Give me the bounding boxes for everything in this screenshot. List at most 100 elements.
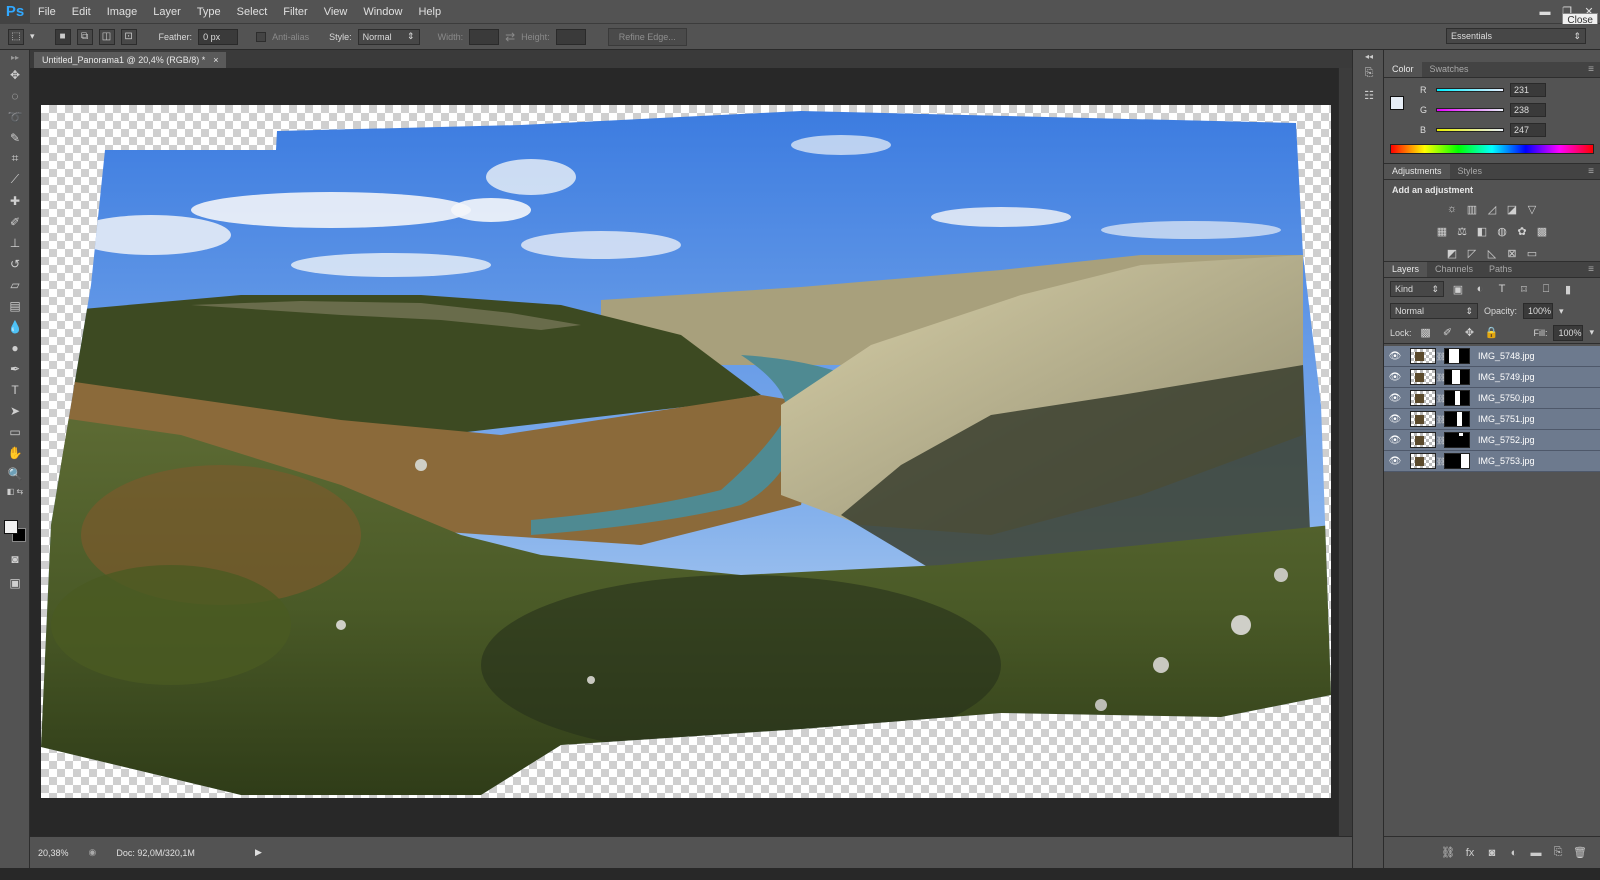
mask-link-icon[interactable]: ⛓	[1436, 352, 1446, 361]
color-spectrum-bar[interactable]	[1390, 144, 1594, 154]
quick-selection-tool-icon[interactable]: ✎	[0, 127, 30, 148]
fill-dropdown-icon[interactable]: ▾	[1589, 327, 1594, 338]
layer-filter-select[interactable]: Kind ⇕	[1390, 281, 1444, 297]
blend-mode-select[interactable]: Normal ⇕	[1390, 303, 1478, 319]
black-white-icon[interactable]: ◧	[1474, 223, 1490, 239]
swap-dimensions-icon[interactable]: ⇄	[505, 30, 515, 44]
tab-paths[interactable]: Paths	[1481, 262, 1520, 277]
visibility-eye-icon[interactable]: 👁	[1384, 372, 1406, 383]
visibility-eye-icon[interactable]: 👁	[1384, 456, 1406, 467]
minimize-button[interactable]: ▬	[1534, 3, 1556, 21]
history-panel-icon[interactable]: ⎘	[1353, 62, 1385, 84]
new-group-icon[interactable]: ▬	[1528, 845, 1544, 861]
mask-link-icon[interactable]: ⛓	[1436, 394, 1446, 403]
layer-row[interactable]: 👁 ⛓ IMG_5751.jpg	[1384, 409, 1600, 430]
height-input[interactable]	[555, 28, 586, 45]
visibility-eye-icon[interactable]: 👁	[1384, 351, 1406, 362]
panel-menu-icon[interactable]: ≡	[1588, 262, 1600, 277]
color-foreground-swatch[interactable]	[1390, 96, 1404, 110]
document-tab[interactable]: Untitled_Panorama1 @ 20,4% (RGB/8) * ×	[34, 52, 227, 68]
properties-panel-icon[interactable]: ☷	[1353, 84, 1385, 106]
tab-layers[interactable]: Layers	[1384, 262, 1428, 277]
menu-type[interactable]: Type	[189, 0, 229, 24]
red-slider[interactable]	[1436, 88, 1504, 92]
subtract-from-selection-icon[interactable]: ◫	[98, 28, 115, 45]
eraser-tool-icon[interactable]: ▱	[0, 274, 30, 295]
dock-collapse-icon[interactable]: ◂◂	[1353, 50, 1385, 62]
tab-styles[interactable]: Styles	[1450, 164, 1491, 179]
gradient-tool-icon[interactable]: ▤	[0, 295, 30, 316]
mask-link-icon[interactable]: ⛓	[1436, 373, 1446, 382]
tab-swatches[interactable]: Swatches	[1422, 62, 1477, 77]
layer-row[interactable]: 👁 ⛓ IMG_5748.jpg	[1384, 346, 1600, 367]
menu-image[interactable]: Image	[99, 0, 146, 24]
channel-mixer-icon[interactable]: ✿	[1514, 223, 1530, 239]
document-canvas[interactable]	[41, 105, 1331, 798]
visibility-eye-icon[interactable]: 👁	[1384, 393, 1406, 404]
mask-link-icon[interactable]: ⛓	[1436, 436, 1446, 445]
eyedropper-tool-icon[interactable]: ⟋	[0, 169, 30, 190]
crop-tool-icon[interactable]: ⌗	[0, 148, 30, 169]
layer-row[interactable]: 👁 ⛓ IMG_5749.jpg	[1384, 367, 1600, 388]
layer-mask-thumbnail[interactable]	[1444, 348, 1470, 364]
vibrance-icon[interactable]: ▽	[1524, 201, 1540, 217]
exposure-icon[interactable]: ◪	[1504, 201, 1520, 217]
layer-mask-thumbnail[interactable]	[1444, 432, 1470, 448]
mask-link-icon[interactable]: ⛓	[1436, 415, 1446, 424]
color-lookup-icon[interactable]: ▩	[1534, 223, 1550, 239]
opacity-dropdown-icon[interactable]: ▾	[1559, 306, 1564, 317]
tab-adjustments[interactable]: Adjustments	[1384, 164, 1450, 179]
menu-view[interactable]: View	[316, 0, 356, 24]
opacity-input[interactable]: 100%	[1523, 303, 1554, 319]
type-tool-icon[interactable]: T	[0, 379, 30, 400]
tab-color[interactable]: Color	[1384, 62, 1422, 77]
filter-shape-icon[interactable]: ⌑	[1516, 281, 1532, 297]
rectangle-tool-icon[interactable]: ▭	[0, 421, 30, 442]
clone-stamp-tool-icon[interactable]: ⊥	[0, 232, 30, 253]
layer-row[interactable]: 👁 ⛓ IMG_5753.jpg	[1384, 451, 1600, 472]
zoom-level[interactable]: 20,38%	[38, 848, 69, 858]
move-tool-icon[interactable]: ✥	[0, 64, 30, 85]
add-mask-icon[interactable]: ◙	[1484, 845, 1500, 861]
green-value[interactable]: 238	[1510, 103, 1546, 117]
dodge-tool-icon[interactable]: ●	[0, 337, 30, 358]
menu-select[interactable]: Select	[229, 0, 276, 24]
menu-help[interactable]: Help	[410, 0, 449, 24]
feather-input[interactable]: 0 px	[198, 28, 239, 45]
filter-smart-object-icon[interactable]: ⎕	[1538, 281, 1554, 297]
delete-layer-icon[interactable]: 🗑	[1572, 845, 1588, 861]
green-slider[interactable]	[1436, 108, 1504, 112]
menu-file[interactable]: File	[30, 0, 64, 24]
filter-type-icon[interactable]: T	[1494, 281, 1510, 297]
preset-dropdown-arrow-icon[interactable]: ▾	[30, 31, 35, 42]
vertical-scrollbar[interactable]	[1338, 68, 1352, 838]
add-to-selection-icon[interactable]: ⧉	[76, 28, 93, 45]
blur-tool-icon[interactable]: 💧	[0, 316, 30, 337]
invert-icon[interactable]: ◩	[1444, 245, 1460, 261]
layer-row[interactable]: 👁 ⛓ IMG_5752.jpg	[1384, 430, 1600, 451]
layer-row[interactable]: 👁 ⛓ IMG_5750.jpg	[1384, 388, 1600, 409]
screen-mode-icon[interactable]: ▣	[0, 572, 30, 593]
layer-mask-thumbnail[interactable]	[1444, 453, 1470, 469]
lock-transparency-icon[interactable]: ▩	[1418, 325, 1434, 341]
panel-menu-icon[interactable]: ≡	[1588, 164, 1600, 179]
path-selection-tool-icon[interactable]: ➤	[0, 400, 30, 421]
levels-icon[interactable]: ▥	[1464, 201, 1480, 217]
layer-mask-thumbnail[interactable]	[1444, 411, 1470, 427]
filter-pixel-icon[interactable]: ▣	[1450, 281, 1466, 297]
layer-mask-thumbnail[interactable]	[1444, 390, 1470, 406]
default-colors-icon[interactable]: ◧ ⇆	[0, 484, 30, 498]
curves-icon[interactable]: ◿	[1484, 201, 1500, 217]
brightness-contrast-icon[interactable]: ☼	[1444, 201, 1460, 217]
filter-adjustment-icon[interactable]: ◐	[1472, 281, 1488, 297]
status-menu-arrow-icon[interactable]: ▶	[255, 847, 262, 858]
style-select[interactable]: Normal ⇕	[357, 28, 420, 45]
pen-tool-icon[interactable]: ✒	[0, 358, 30, 379]
blue-value[interactable]: 247	[1510, 123, 1546, 137]
menu-layer[interactable]: Layer	[145, 0, 189, 24]
anti-alias-checkbox[interactable]	[256, 31, 267, 42]
hue-saturation-icon[interactable]: ▦	[1434, 223, 1450, 239]
mask-link-icon[interactable]: ⛓	[1436, 457, 1446, 466]
new-adjustment-layer-icon[interactable]: ◐	[1506, 845, 1522, 861]
foreground-color-swatch[interactable]	[4, 520, 18, 534]
